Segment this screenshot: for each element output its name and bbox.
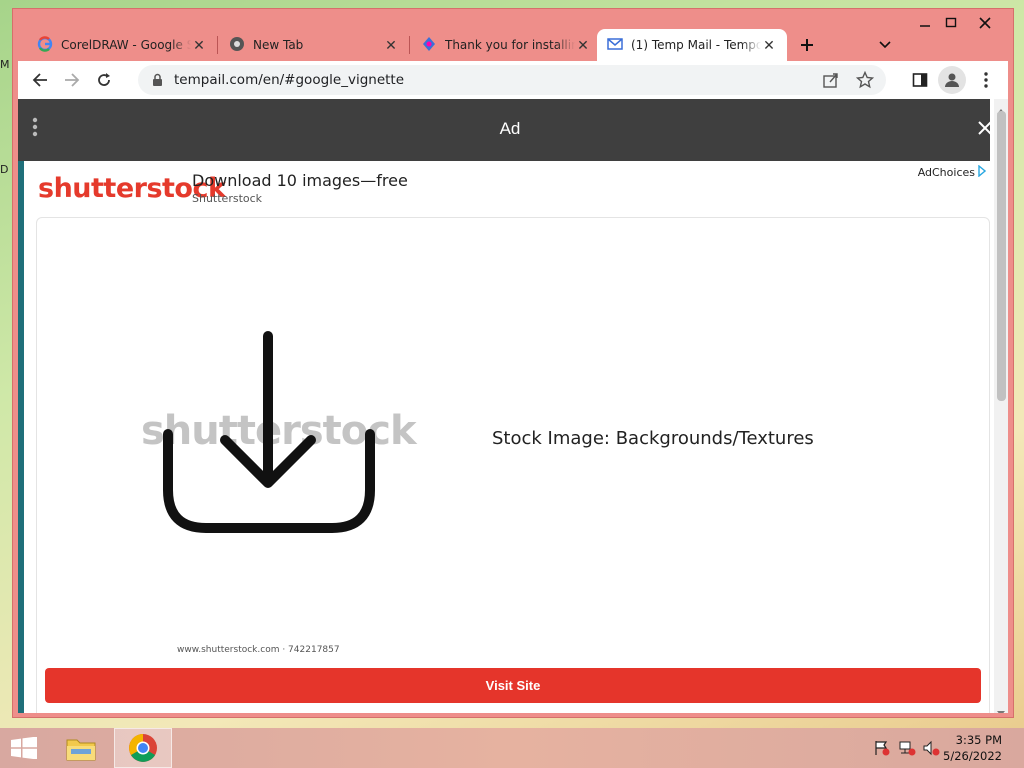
browser-window: CorelDRAW - Google S ✕ New Tab ✕ Thank y… [12,8,1014,718]
system-clock[interactable]: 3:35 PM 5/26/2022 [943,732,1002,764]
clock-time: 3:35 PM [955,733,1002,747]
tab-new-tab[interactable]: New Tab ✕ [219,29,409,61]
windows-start-icon[interactable] [10,736,38,764]
share-icon[interactable] [822,71,840,94]
maximize-button[interactable] [935,13,967,33]
tab-coreldraw[interactable]: CorelDRAW - Google S ✕ [27,29,217,61]
image-caption: Stock Image: Backgrounds/Textures [492,428,814,449]
desktop-label-d: D [0,163,9,176]
url-text: tempail.com/en/#google_vignette [174,72,405,88]
bookmark-star-icon[interactable] [855,70,875,94]
browser-toolbar: tempail.com/en/#google_vignette [18,61,1008,99]
reload-icon[interactable] [90,66,118,94]
address-bar[interactable]: tempail.com/en/#google_vignette [138,65,886,95]
ad-advertiser: Shutterstock [192,192,263,205]
action-center-flag-icon[interactable] [874,740,890,761]
taskbar: 3:35 PM 5/26/2022 [0,728,1024,768]
close-tab-icon[interactable]: ✕ [191,37,207,54]
tab-title: (1) Temp Mail - Tempor [631,38,761,52]
ad-bar-title: Ad [499,119,521,138]
tab-title: Thank you for installing [445,38,575,52]
visit-site-button[interactable]: Visit Site [45,668,981,703]
close-tab-icon[interactable]: ✕ [761,37,777,54]
scrollbar-thumb[interactable] [997,111,1006,401]
chrome-taskbar-icon[interactable] [114,728,172,768]
adchoices-icon [978,164,987,180]
tab-separator [409,36,410,54]
close-ad-icon[interactable] [978,121,992,140]
tab-separator [217,36,218,54]
page-scrollbar[interactable] [994,99,1008,713]
tab-title: CorelDRAW - Google S [61,38,191,52]
tab-search-chevron-down-icon[interactable] [871,33,899,57]
tab-thank-you[interactable]: Thank you for installing ✕ [411,29,601,61]
download-icon [163,331,375,533]
extension-icon [421,36,437,55]
back-arrow-icon[interactable] [26,66,54,94]
mail-icon [607,37,623,54]
clock-date: 5/26/2022 [943,749,1002,763]
forward-arrow-icon[interactable] [58,66,86,94]
chrome-icon [229,36,245,55]
image-source-url: www.shutterstock.com · 742217857 [177,645,340,655]
page-content: Ad shutterstock Download 10 images—free … [18,99,1008,713]
ad-header-bar: Ad [18,99,990,161]
adchoices-label: AdChoices [917,166,975,179]
adchoices-link[interactable]: AdChoices [917,164,987,180]
side-panel-icon[interactable] [906,66,934,94]
lock-icon[interactable] [152,73,163,92]
close-tab-icon[interactable]: ✕ [575,37,591,54]
menu-kebab-icon[interactable] [972,66,1000,94]
scroll-down-arrow-icon[interactable] [997,704,1005,713]
volume-muted-icon[interactable] [922,740,940,761]
tab-title: New Tab [253,38,304,52]
profile-avatar-icon[interactable] [938,66,966,94]
network-icon[interactable] [898,740,916,761]
tab-temp-mail[interactable]: (1) Temp Mail - Tempor ✕ [597,29,787,61]
ad-panel[interactable]: shutterstock Download 10 images—free Shu… [24,161,990,713]
google-icon [37,35,53,55]
close-window-button[interactable] [969,13,1001,33]
ad-image-card[interactable]: shutterstock Stock Image: Backgrounds/Te… [36,217,990,713]
ad-headline[interactable]: Download 10 images—free [192,171,408,190]
desktop-label-m: M [0,58,10,71]
close-tab-icon[interactable]: ✕ [383,37,399,54]
new-tab-plus-icon[interactable] [793,33,821,57]
file-explorer-icon[interactable] [58,729,104,767]
